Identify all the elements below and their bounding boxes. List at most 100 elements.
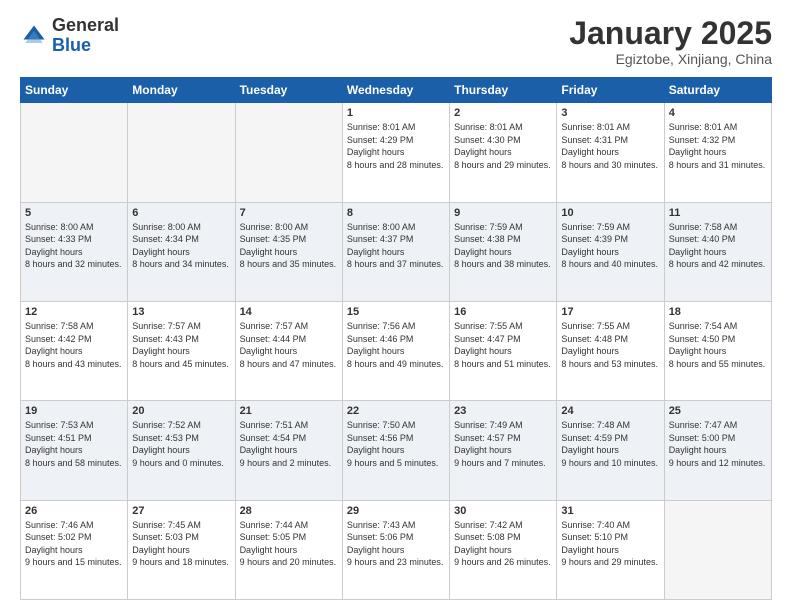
day-number: 2 [454,107,552,119]
calendar-day-cell [21,103,128,202]
day-number: 29 [347,505,445,517]
day-info: Sunrise: 7:44 AMSunset: 5:05 PMDaylight … [240,519,338,569]
day-of-week-header: Thursday [450,78,557,103]
calendar-table: SundayMondayTuesdayWednesdayThursdayFrid… [20,77,772,600]
calendar-day-cell: 12 Sunrise: 7:58 AMSunset: 4:42 PMDayligh… [21,301,128,400]
calendar-day-cell: 30 Sunrise: 7:42 AMSunset: 5:08 PMDayligh… [450,500,557,599]
day-info: Sunrise: 7:47 AMSunset: 5:00 PMDaylight … [669,419,767,469]
location: Egiztobe, Xinjiang, China [569,51,772,67]
calendar-day-cell: 13 Sunrise: 7:57 AMSunset: 4:43 PMDayligh… [128,301,235,400]
day-info: Sunrise: 7:46 AMSunset: 5:02 PMDaylight … [25,519,123,569]
logo-icon [20,22,48,50]
header: General Blue January 2025 Egiztobe, Xinj… [20,16,772,67]
day-info: Sunrise: 7:57 AMSunset: 4:43 PMDaylight … [132,320,230,370]
day-info: Sunrise: 7:40 AMSunset: 5:10 PMDaylight … [561,519,659,569]
day-number: 10 [561,207,659,219]
calendar-day-cell: 24 Sunrise: 7:48 AMSunset: 4:59 PMDayligh… [557,401,664,500]
day-of-week-header: Saturday [664,78,771,103]
day-number: 26 [25,505,123,517]
calendar-day-cell: 1 Sunrise: 8:01 AMSunset: 4:29 PMDaylight… [342,103,449,202]
day-info: Sunrise: 7:53 AMSunset: 4:51 PMDaylight … [25,419,123,469]
day-number: 4 [669,107,767,119]
day-number: 23 [454,405,552,417]
day-number: 14 [240,306,338,318]
day-info: Sunrise: 8:00 AMSunset: 4:37 PMDaylight … [347,221,445,271]
calendar-day-cell: 28 Sunrise: 7:44 AMSunset: 5:05 PMDayligh… [235,500,342,599]
calendar-day-cell: 25Sunrise: 7:47 AMSunset: 5:00 PMDayligh… [664,401,771,500]
day-number: 19 [25,405,123,417]
day-info: Sunrise: 7:59 AMSunset: 4:38 PMDaylight … [454,221,552,271]
calendar-day-cell: 8Sunrise: 8:00 AMSunset: 4:37 PMDaylight… [342,202,449,301]
calendar-day-cell: 5 Sunrise: 8:00 AMSunset: 4:33 PMDaylight… [21,202,128,301]
day-info: Sunrise: 7:54 AMSunset: 4:50 PMDaylight … [669,320,767,370]
day-info: Sunrise: 7:55 AMSunset: 4:48 PMDaylight … [561,320,659,370]
day-info: Sunrise: 7:52 AMSunset: 4:53 PMDaylight … [132,419,230,469]
day-number: 28 [240,505,338,517]
logo-text: General Blue [52,16,119,56]
calendar-day-cell: 6Sunrise: 8:00 AMSunset: 4:34 PMDaylight… [128,202,235,301]
calendar-week-row: 26 Sunrise: 7:46 AMSunset: 5:02 PMDayligh… [21,500,772,599]
calendar-day-cell [235,103,342,202]
calendar-week-row: 1 Sunrise: 8:01 AMSunset: 4:29 PMDaylight… [21,103,772,202]
day-number: 12 [25,306,123,318]
day-number: 18 [669,306,767,318]
calendar-day-cell: 26 Sunrise: 7:46 AMSunset: 5:02 PMDayligh… [21,500,128,599]
calendar-day-cell: 20 Sunrise: 7:52 AMSunset: 4:53 PMDayligh… [128,401,235,500]
calendar-day-cell: 31 Sunrise: 7:40 AMSunset: 5:10 PMDayligh… [557,500,664,599]
day-number: 6 [132,207,230,219]
day-number: 15 [347,306,445,318]
day-info: Sunrise: 7:58 AMSunset: 4:40 PMDaylight … [669,221,767,271]
calendar-day-cell: 19 Sunrise: 7:53 AMSunset: 4:51 PMDayligh… [21,401,128,500]
calendar-day-cell [128,103,235,202]
day-number: 3 [561,107,659,119]
day-number: 30 [454,505,552,517]
calendar-day-cell: 11Sunrise: 7:58 AMSunset: 4:40 PMDayligh… [664,202,771,301]
calendar-week-row: 19 Sunrise: 7:53 AMSunset: 4:51 PMDayligh… [21,401,772,500]
day-of-week-header: Tuesday [235,78,342,103]
calendar-day-cell: 22 Sunrise: 7:50 AMSunset: 4:56 PMDayligh… [342,401,449,500]
day-info: Sunrise: 8:01 AMSunset: 4:32 PMDaylight … [669,121,767,171]
day-info: Sunrise: 8:01 AMSunset: 4:31 PMDaylight … [561,121,659,171]
day-info: Sunrise: 7:50 AMSunset: 4:56 PMDaylight … [347,419,445,469]
calendar-day-cell: 16Sunrise: 7:55 AMSunset: 4:47 PMDayligh… [450,301,557,400]
day-info: Sunrise: 8:00 AMSunset: 4:33 PMDaylight … [25,221,123,271]
day-number: 31 [561,505,659,517]
calendar-day-cell: 2 Sunrise: 8:01 AMSunset: 4:30 PMDaylight… [450,103,557,202]
day-number: 16 [454,306,552,318]
calendar-day-cell: 10 Sunrise: 7:59 AMSunset: 4:39 PMDayligh… [557,202,664,301]
day-number: 7 [240,207,338,219]
day-info: Sunrise: 8:01 AMSunset: 4:29 PMDaylight … [347,121,445,171]
day-of-week-header: Monday [128,78,235,103]
day-info: Sunrise: 7:42 AMSunset: 5:08 PMDaylight … [454,519,552,569]
day-info: Sunrise: 7:57 AMSunset: 4:44 PMDaylight … [240,320,338,370]
page: General Blue January 2025 Egiztobe, Xinj… [0,0,792,612]
calendar-day-cell: 17Sunrise: 7:55 AMSunset: 4:48 PMDayligh… [557,301,664,400]
day-info: Sunrise: 7:58 AMSunset: 4:42 PMDaylight … [25,320,123,370]
calendar-day-cell: 9Sunrise: 7:59 AMSunset: 4:38 PMDaylight… [450,202,557,301]
calendar-day-cell: 27Sunrise: 7:45 AMSunset: 5:03 PMDayligh… [128,500,235,599]
day-number: 1 [347,107,445,119]
day-number: 24 [561,405,659,417]
calendar-day-cell [664,500,771,599]
day-number: 13 [132,306,230,318]
calendar-week-row: 12 Sunrise: 7:58 AMSunset: 4:42 PMDayligh… [21,301,772,400]
day-number: 21 [240,405,338,417]
day-info: Sunrise: 8:01 AMSunset: 4:30 PMDaylight … [454,121,552,171]
day-info: Sunrise: 7:48 AMSunset: 4:59 PMDaylight … [561,419,659,469]
calendar-day-cell: 3 Sunrise: 8:01 AMSunset: 4:31 PMDaylight… [557,103,664,202]
day-info: Sunrise: 7:49 AMSunset: 4:57 PMDaylight … [454,419,552,469]
title-block: January 2025 Egiztobe, Xinjiang, China [569,16,772,67]
day-of-week-header: Sunday [21,78,128,103]
day-info: Sunrise: 8:00 AMSunset: 4:35 PMDaylight … [240,221,338,271]
day-of-week-header: Wednesday [342,78,449,103]
day-number: 5 [25,207,123,219]
day-info: Sunrise: 7:45 AMSunset: 5:03 PMDaylight … [132,519,230,569]
logo: General Blue [20,16,119,56]
calendar-week-row: 5 Sunrise: 8:00 AMSunset: 4:33 PMDaylight… [21,202,772,301]
calendar-day-cell: 29Sunrise: 7:43 AMSunset: 5:06 PMDayligh… [342,500,449,599]
day-number: 20 [132,405,230,417]
calendar-day-cell: 21Sunrise: 7:51 AMSunset: 4:54 PMDayligh… [235,401,342,500]
calendar-day-cell: 15Sunrise: 7:56 AMSunset: 4:46 PMDayligh… [342,301,449,400]
day-number: 22 [347,405,445,417]
day-info: Sunrise: 7:59 AMSunset: 4:39 PMDaylight … [561,221,659,271]
